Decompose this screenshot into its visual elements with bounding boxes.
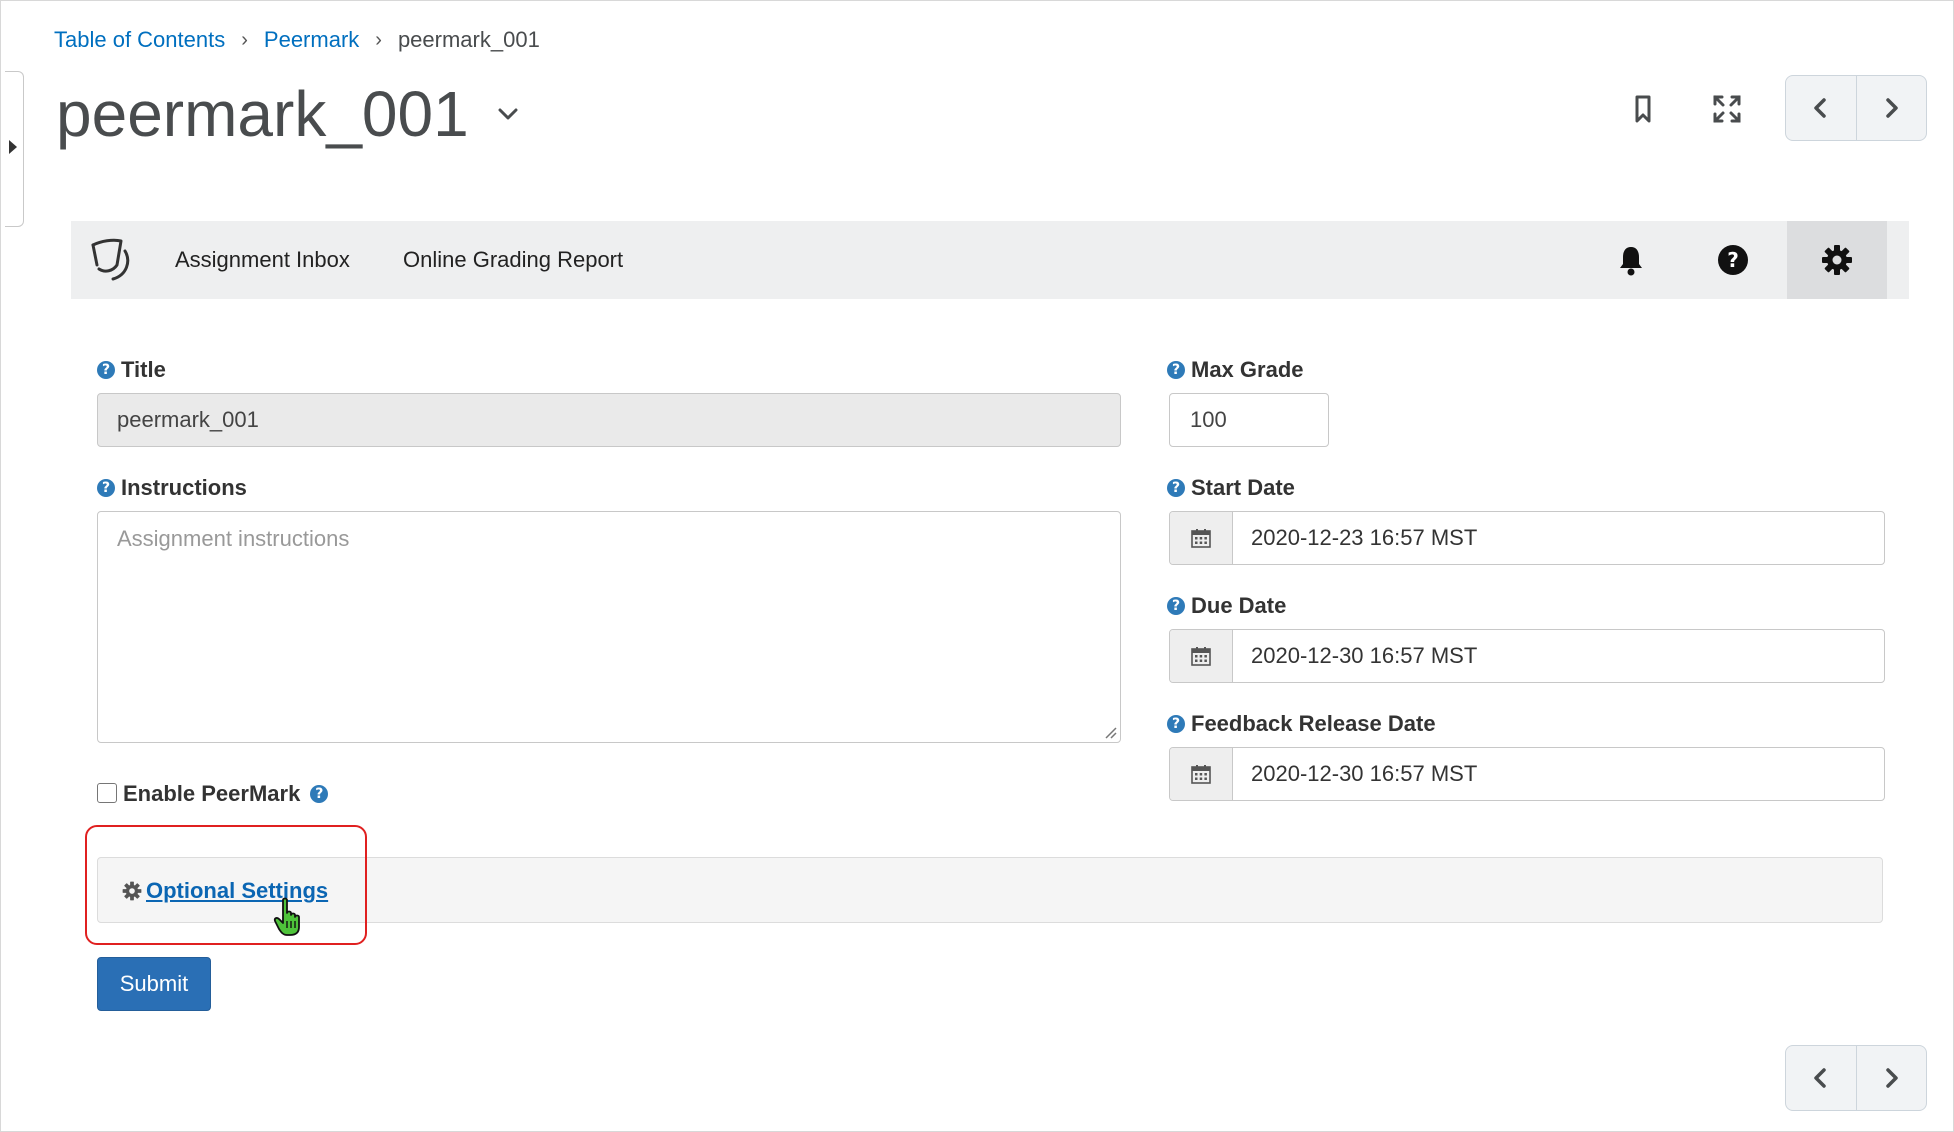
feedback-release-date-label: ? Feedback Release Date bbox=[1167, 711, 1436, 737]
caret-right-icon bbox=[9, 140, 17, 154]
help-icon[interactable]: ? bbox=[1167, 597, 1185, 615]
fullscreen-icon[interactable] bbox=[1707, 89, 1747, 129]
title-field[interactable]: peermark_001 bbox=[97, 393, 1121, 447]
svg-text:?: ? bbox=[1727, 248, 1739, 272]
breadcrumb-separator: › bbox=[375, 28, 382, 51]
next-topic-button[interactable] bbox=[1855, 1046, 1927, 1110]
help-icon[interactable]: ? bbox=[1167, 361, 1185, 379]
start-date-value: 2020-12-23 16:57 MST bbox=[1251, 525, 1478, 550]
due-date-value: 2020-12-30 16:57 MST bbox=[1251, 643, 1478, 668]
title-label-text: Title bbox=[121, 357, 166, 382]
enable-peermark-label: Enable PeerMark ? bbox=[123, 781, 329, 807]
instructions-placeholder: Assignment instructions bbox=[117, 526, 350, 551]
chevron-right-icon bbox=[1886, 98, 1898, 118]
calendar-icon[interactable] bbox=[1170, 512, 1233, 564]
previous-topic-button[interactable] bbox=[1786, 76, 1856, 140]
breadcrumb-separator: › bbox=[241, 28, 248, 51]
max-grade-field[interactable]: 100 bbox=[1169, 393, 1329, 447]
calendar-icon[interactable] bbox=[1170, 748, 1233, 800]
assignment-inbox-link[interactable]: Assignment Inbox bbox=[175, 247, 350, 273]
gear-icon bbox=[1822, 245, 1852, 275]
help-icon[interactable]: ? bbox=[1167, 715, 1185, 733]
start-date-label: ? Start Date bbox=[1167, 475, 1295, 501]
help-icon[interactable]: ? bbox=[97, 479, 115, 497]
due-date-field[interactable]: 2020-12-30 16:57 MST bbox=[1169, 629, 1885, 683]
turnitin-toolbar: Assignment Inbox Online Grading Report ? bbox=[71, 221, 1909, 299]
side-panel-toggle[interactable] bbox=[5, 71, 24, 227]
due-date-label: ? Due Date bbox=[1167, 593, 1286, 619]
submit-button[interactable]: Submit bbox=[97, 957, 211, 1011]
start-date-field[interactable]: 2020-12-23 16:57 MST bbox=[1169, 511, 1885, 565]
settings-button[interactable] bbox=[1787, 221, 1887, 299]
chevron-left-icon bbox=[1814, 98, 1826, 118]
breadcrumb-peermark[interactable]: Peermark bbox=[264, 27, 359, 53]
bookmark-icon[interactable] bbox=[1623, 89, 1663, 129]
breadcrumb-current: peermark_001 bbox=[397, 27, 540, 52]
turnitin-logo-icon bbox=[87, 235, 135, 290]
breadcrumb-table-of-contents[interactable]: Table of Contents bbox=[54, 27, 225, 53]
help-icon[interactable]: ? bbox=[1167, 479, 1185, 497]
page-frame: Table of Contents › Peermark › peermark_… bbox=[0, 0, 1954, 1132]
chevron-right-icon bbox=[1886, 1068, 1898, 1088]
chevron-down-icon[interactable] bbox=[495, 101, 521, 127]
chevron-left-icon bbox=[1814, 1068, 1826, 1088]
title-label: ? Title bbox=[97, 357, 166, 383]
help-icon[interactable]: ? bbox=[310, 785, 329, 803]
instructions-textarea[interactable]: Assignment instructions bbox=[97, 511, 1121, 743]
top-nav-buttons bbox=[1785, 75, 1927, 141]
bottom-nav-buttons bbox=[1785, 1045, 1927, 1111]
breadcrumb: Table of Contents › Peermark › peermark_… bbox=[54, 27, 540, 53]
help-icon[interactable]: ? bbox=[97, 361, 115, 379]
feedback-release-date-label-text: Feedback Release Date bbox=[1191, 711, 1436, 736]
hand-pointer-icon bbox=[273, 897, 307, 942]
max-grade-label-text: Max Grade bbox=[1191, 357, 1304, 382]
next-topic-button[interactable] bbox=[1855, 76, 1927, 140]
calendar-icon[interactable] bbox=[1170, 630, 1233, 682]
due-date-label-text: Due Date bbox=[1191, 593, 1287, 618]
instructions-label: ? Instructions bbox=[97, 475, 247, 501]
max-grade-label: ? Max Grade bbox=[1167, 357, 1304, 383]
start-date-label-text: Start Date bbox=[1191, 475, 1295, 500]
bell-icon[interactable] bbox=[1611, 240, 1651, 280]
feedback-release-date-field[interactable]: 2020-12-30 16:57 MST bbox=[1169, 747, 1885, 801]
previous-topic-button[interactable] bbox=[1786, 1046, 1856, 1110]
highlight-box bbox=[85, 825, 367, 945]
help-icon[interactable]: ? bbox=[1713, 240, 1753, 280]
instructions-label-text: Instructions bbox=[121, 475, 247, 500]
online-grading-report-link[interactable]: Online Grading Report bbox=[403, 247, 623, 273]
enable-peermark-label-text: Enable PeerMark bbox=[123, 781, 301, 806]
enable-peermark-checkbox[interactable] bbox=[97, 783, 117, 803]
page-title: peermark_001 bbox=[56, 78, 469, 150]
feedback-release-date-value: 2020-12-30 16:57 MST bbox=[1251, 761, 1478, 786]
resize-handle-icon[interactable] bbox=[1103, 725, 1117, 739]
